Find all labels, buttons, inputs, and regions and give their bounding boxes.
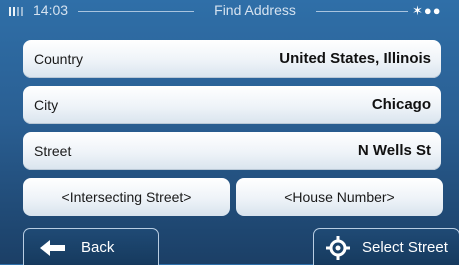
arrow-left-icon — [40, 240, 65, 256]
select-street-button[interactable]: Select Street — [313, 228, 459, 265]
street-label: Street — [34, 143, 72, 159]
page-title: Find Address — [214, 2, 296, 18]
crosshair-target-icon — [326, 236, 350, 260]
city-label: City — [34, 97, 59, 113]
select-street-label: Select Street — [362, 239, 448, 256]
country-row[interactable]: Country United States, Illinois — [23, 40, 441, 78]
status-bar: 14:03 Find Address ✶●● — [0, 0, 459, 22]
country-value: United States, Illinois — [279, 50, 431, 67]
header-divider-left — [78, 11, 194, 12]
house-number-button[interactable]: <House Number> — [236, 178, 443, 216]
street-value: N Wells St — [357, 142, 431, 159]
intersecting-street-button[interactable]: <Intersecting Street> — [23, 178, 230, 216]
clock-time: 14:03 — [33, 2, 69, 18]
country-label: Country — [34, 51, 84, 67]
back-label: Back — [81, 239, 115, 256]
battery-icon — [9, 7, 23, 16]
city-row[interactable]: City Chicago — [23, 86, 441, 124]
satellite-icon: ✶●● — [412, 3, 442, 18]
street-row[interactable]: Street N Wells St — [23, 132, 441, 170]
header-divider-right — [316, 11, 408, 12]
back-button[interactable]: Back — [23, 228, 159, 265]
city-value: Chicago — [371, 96, 431, 113]
